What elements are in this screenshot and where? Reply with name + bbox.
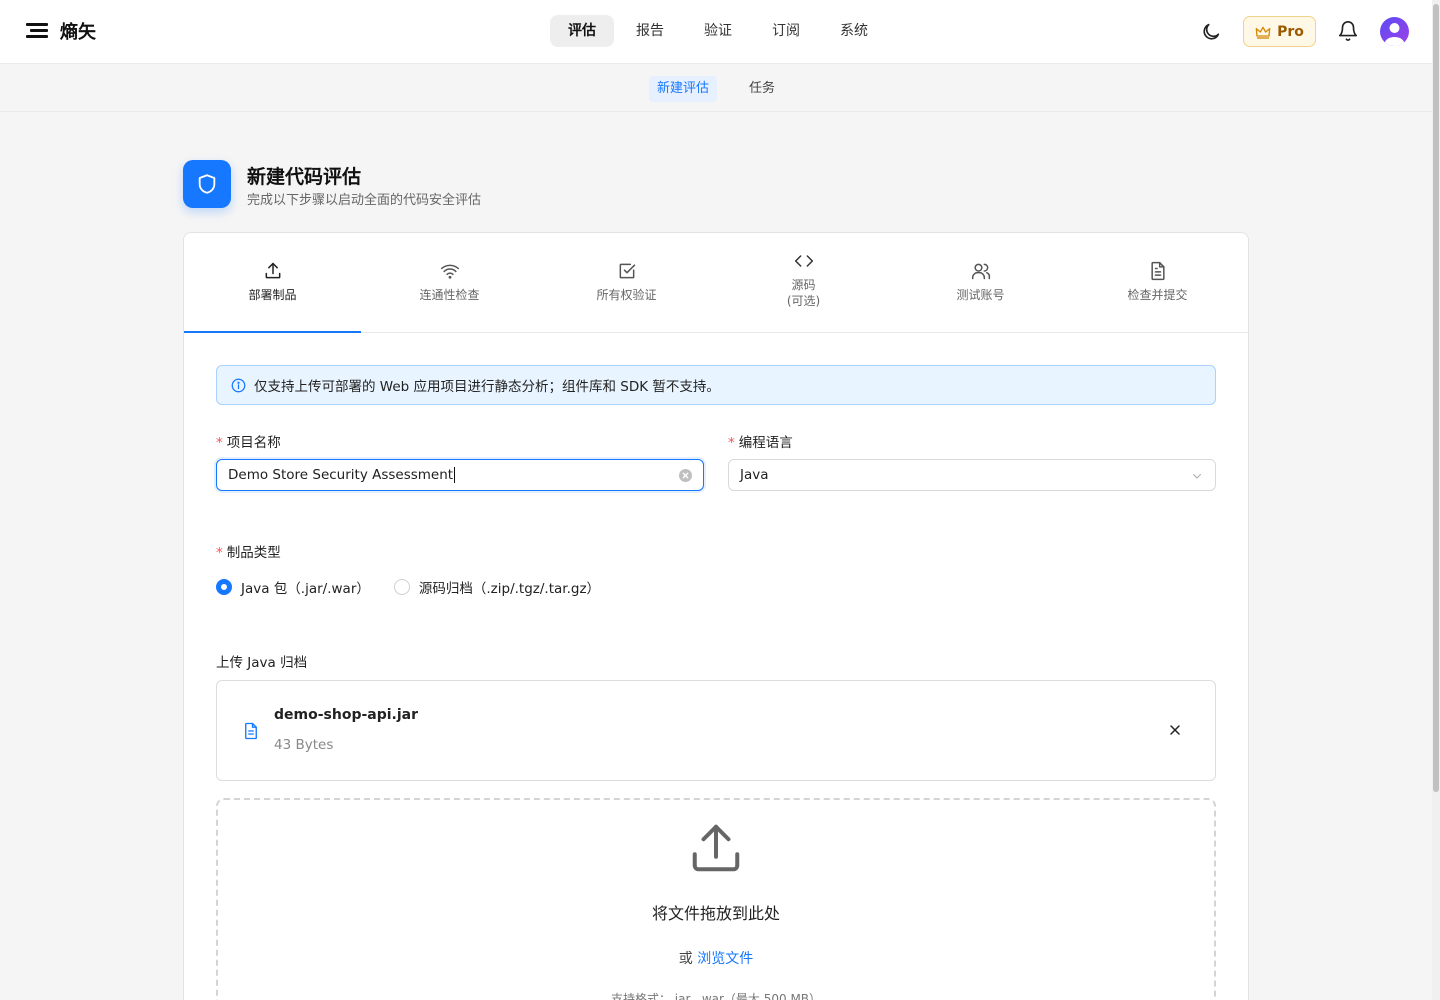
step-source-code[interactable]: 源码 (可选) bbox=[715, 233, 892, 333]
step-label: 部署制品 bbox=[248, 288, 297, 302]
language-select[interactable]: Java bbox=[728, 459, 1216, 491]
step-review-submit[interactable]: 检查并提交 bbox=[1069, 233, 1246, 333]
page-header-icon bbox=[183, 160, 231, 208]
page-title: 新建代码评估 bbox=[247, 166, 362, 188]
sub-navbar: 新建评估 任务 bbox=[0, 64, 1432, 112]
step-label: 测试账号 bbox=[956, 288, 1005, 302]
project-name-label: * 项目名称 bbox=[216, 435, 281, 451]
step-connectivity[interactable]: 连通性检查 bbox=[361, 233, 538, 333]
info-icon bbox=[231, 378, 246, 392]
code-icon bbox=[794, 255, 813, 267]
pro-label: Pro bbox=[1277, 23, 1304, 40]
pro-badge[interactable]: Pro bbox=[1243, 16, 1316, 47]
logo-icon bbox=[26, 23, 50, 39]
dark-mode-icon[interactable] bbox=[1200, 21, 1222, 43]
info-alert: 仅支持上传可部署的 Web 应用项目进行静态分析；组件库和 SDK 暂不支持。 bbox=[216, 365, 1216, 405]
wifi-icon bbox=[440, 264, 459, 279]
nav-item-assessment[interactable]: 评估 bbox=[550, 15, 614, 47]
step-label: 检查并提交 bbox=[1127, 288, 1188, 302]
step-test-accounts[interactable]: 测试账号 bbox=[892, 233, 1069, 333]
step-label: 源码 bbox=[791, 278, 816, 292]
project-name-input[interactable]: Demo Store Security Assessment bbox=[216, 459, 704, 491]
step-label: 连通性检查 bbox=[419, 288, 480, 302]
document-icon bbox=[1150, 261, 1165, 281]
step-label: 所有权验证 bbox=[596, 288, 657, 302]
chevron-down-icon bbox=[1193, 474, 1201, 479]
radio-button[interactable] bbox=[393, 579, 410, 595]
upload-label: 上传 Java 归档 bbox=[216, 655, 308, 671]
nav-item-verification[interactable]: 验证 bbox=[686, 15, 750, 47]
step-ownership[interactable]: 所有权验证 bbox=[538, 233, 715, 333]
subtab-new-assessment[interactable]: 新建评估 bbox=[649, 76, 718, 102]
user-avatar-icon bbox=[1384, 23, 1405, 46]
avatar[interactable] bbox=[1380, 17, 1409, 46]
subtab-tasks[interactable]: 任务 bbox=[741, 76, 783, 102]
step-label-optional: (可选) bbox=[786, 294, 821, 308]
radio-label: Java 包（.jar/.war） bbox=[241, 581, 370, 597]
step-tabs: 部署制品 连通性检查 所有权验证 源码 (可选) 测试账号 检查并提交 bbox=[184, 233, 1248, 333]
crown-icon bbox=[1255, 26, 1271, 39]
nav-item-subscription[interactable]: 订阅 bbox=[754, 15, 818, 47]
users-icon bbox=[971, 263, 990, 280]
uploaded-file-item: demo-shop-api.jar 43 Bytes bbox=[216, 680, 1216, 781]
logo[interactable]: 熵矢 bbox=[26, 18, 96, 44]
main-nav: 评估 报告 验证 订阅 系统 bbox=[550, 15, 886, 47]
app-name: 熵矢 bbox=[60, 22, 96, 43]
dropzone-formats: 支持格式：.jar, .war（最大 500 MB） bbox=[610, 992, 822, 1000]
nav-item-reports[interactable]: 报告 bbox=[618, 15, 682, 47]
radio-source-archive[interactable]: 源码归档（.zip/.tgz/.tar.gz） bbox=[393, 577, 601, 597]
upload-icon bbox=[265, 262, 280, 279]
artifact-type-label: * 制品类型 bbox=[216, 545, 281, 561]
nav-item-system[interactable]: 系统 bbox=[822, 15, 886, 47]
dropzone-or: 或 浏览文件 bbox=[678, 951, 754, 967]
text-caret bbox=[454, 467, 456, 483]
language-value: Java bbox=[740, 467, 769, 483]
file-icon bbox=[245, 722, 257, 740]
radio-java-package[interactable]: Java 包（.jar/.war） bbox=[216, 577, 370, 597]
dropzone-title: 将文件拖放到此处 bbox=[651, 904, 780, 923]
file-size: 43 Bytes bbox=[274, 737, 334, 753]
assessment-form-card: 部署制品 连通性检查 所有权验证 源码 (可选) 测试账号 检查并提交 仅支持上… bbox=[183, 232, 1249, 1000]
top-navbar: 熵矢 评估 报告 验证 订阅 系统 Pro bbox=[0, 0, 1432, 64]
checkbox-icon bbox=[619, 263, 635, 279]
info-alert-text: 仅支持上传可部署的 Web 应用项目进行静态分析；组件库和 SDK 暂不支持。 bbox=[254, 379, 720, 395]
radio-button[interactable] bbox=[216, 579, 232, 595]
shield-icon bbox=[198, 174, 216, 194]
file-name: demo-shop-api.jar bbox=[274, 707, 419, 723]
language-label: * 编程语言 bbox=[728, 435, 793, 451]
bell-icon[interactable] bbox=[1337, 20, 1359, 42]
clear-icon[interactable] bbox=[679, 469, 692, 482]
step-deploy-artifact[interactable]: 部署制品 bbox=[184, 233, 361, 333]
close-icon[interactable] bbox=[1167, 722, 1183, 738]
project-name-value: Demo Store Security Assessment bbox=[228, 467, 454, 483]
artifact-type-radio-group: Java 包（.jar/.war） 源码归档（.zip/.tgz/.tar.gz… bbox=[216, 577, 600, 597]
radio-label: 源码归档（.zip/.tgz/.tar.gz） bbox=[418, 581, 601, 597]
browse-files-link[interactable]: 浏览文件 bbox=[697, 951, 753, 967]
scrollbar-thumb[interactable] bbox=[1433, 4, 1439, 792]
file-dropzone[interactable]: 将文件拖放到此处 或 浏览文件 支持格式：.jar, .war（最大 500 M… bbox=[216, 798, 1216, 1000]
upload-icon bbox=[692, 824, 740, 872]
page-subtitle: 完成以下步骤以启动全面的代码安全评估 bbox=[247, 193, 482, 208]
